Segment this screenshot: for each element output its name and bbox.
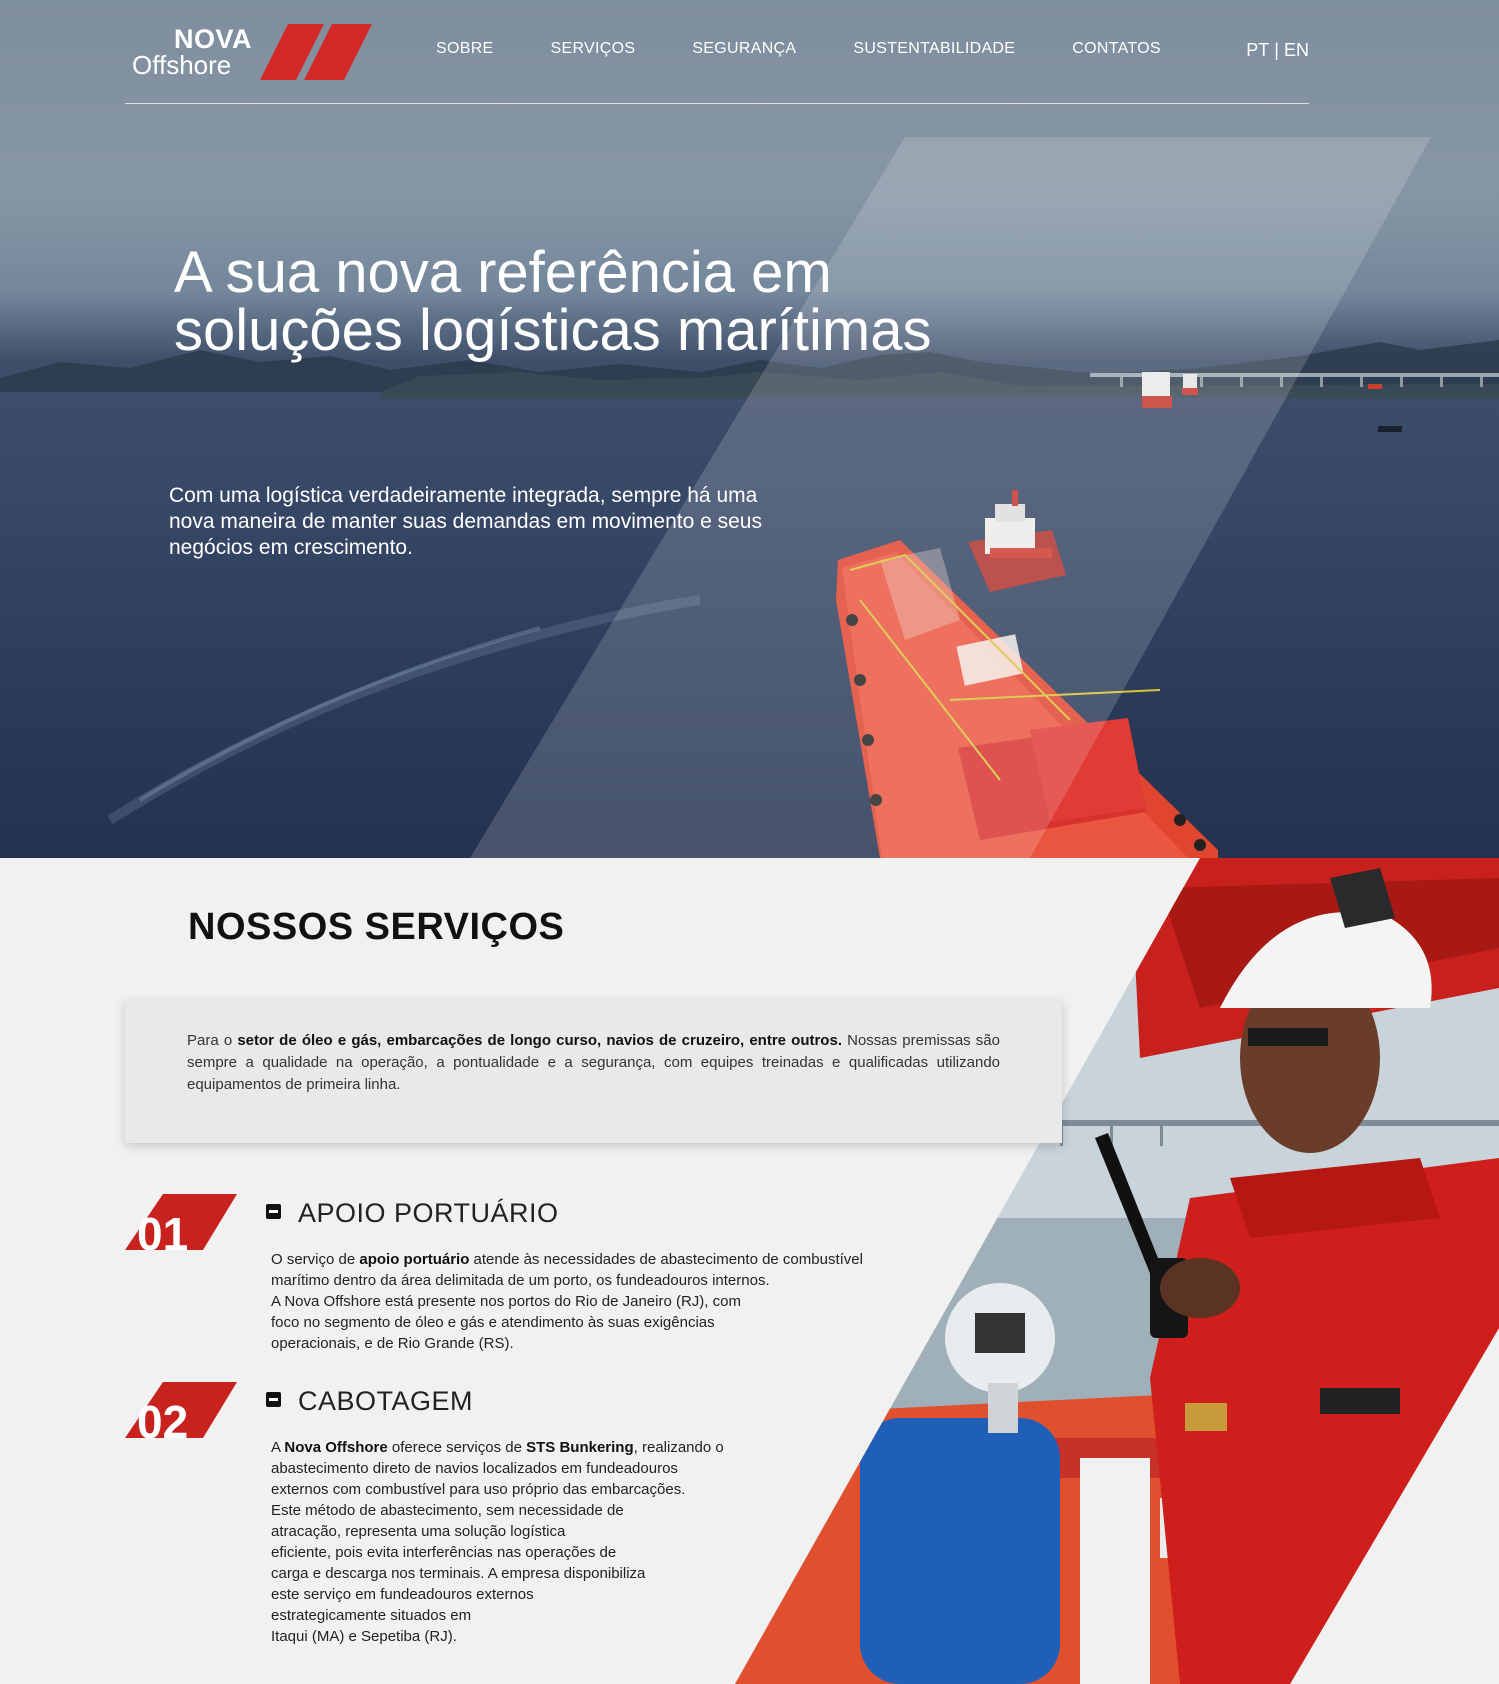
service-description: A Nova Offshore oferece serviços de STS …	[271, 1439, 724, 1645]
main-nav: SOBRE SERVIÇOS SEGURANÇA SUSTENTABILIDAD…	[436, 40, 1218, 58]
services-intro-card: Para o setor de óleo e gás, embarcações …	[125, 1000, 1062, 1143]
nav-item-sobre[interactable]: SOBRE	[436, 40, 494, 58]
services-intro-text: Para o setor de óleo e gás, embarcações …	[187, 1032, 1000, 1093]
hero-background-image	[0, 340, 1499, 858]
hero-section: NOVA Offshore SOBRE SERVIÇOS SEGURANÇA S…	[0, 0, 1499, 858]
lang-pt-link[interactable]: PT	[1246, 40, 1269, 61]
collapse-toggle-icon[interactable]	[266, 1392, 281, 1407]
nav-item-seguranca[interactable]: SEGURANÇA	[692, 40, 796, 58]
logo-text-offshore: Offshore	[132, 50, 232, 80]
lang-en-link[interactable]: EN	[1284, 40, 1309, 61]
hero-subtitle: Com uma logística verdadeiramente integr…	[169, 484, 762, 559]
lang-separator: |	[1274, 40, 1279, 60]
nav-item-servicos[interactable]: SERVIÇOS	[551, 40, 636, 58]
service-description: O serviço de apoio portuário atende às n…	[271, 1251, 863, 1352]
service-number-badge: 02	[125, 1382, 237, 1438]
service-title: APOIO PORTUÁRIO	[298, 1198, 559, 1228]
services-section: NOSSOS SERVIÇOS Para o setor de óleo e g…	[0, 858, 1499, 1684]
nova-offshore-logo[interactable]: NOVA Offshore	[132, 22, 372, 82]
service-title: CABOTAGEM	[298, 1386, 474, 1416]
service-number: 01	[137, 1208, 188, 1250]
services-heading: NOSSOS SERVIÇOS	[188, 906, 565, 948]
nav-item-sustentabilidade[interactable]: SUSTENTABILIDADE	[853, 40, 1015, 58]
site-header: NOVA Offshore SOBRE SERVIÇOS SEGURANÇA S…	[125, 0, 1309, 104]
nav-item-contatos[interactable]: CONTATOS	[1072, 40, 1161, 58]
service-number-badge: 01	[125, 1194, 237, 1250]
service-number: 02	[137, 1396, 188, 1438]
intro-bold-sectors: setor de óleo e gás, embarcações de long…	[237, 1032, 842, 1049]
language-switcher: PT | EN	[1246, 40, 1309, 61]
collapse-toggle-icon[interactable]	[266, 1204, 281, 1219]
logo-slash-mark-icon	[260, 24, 372, 80]
hero-title: A sua nova referência em soluções logíst…	[174, 240, 932, 363]
